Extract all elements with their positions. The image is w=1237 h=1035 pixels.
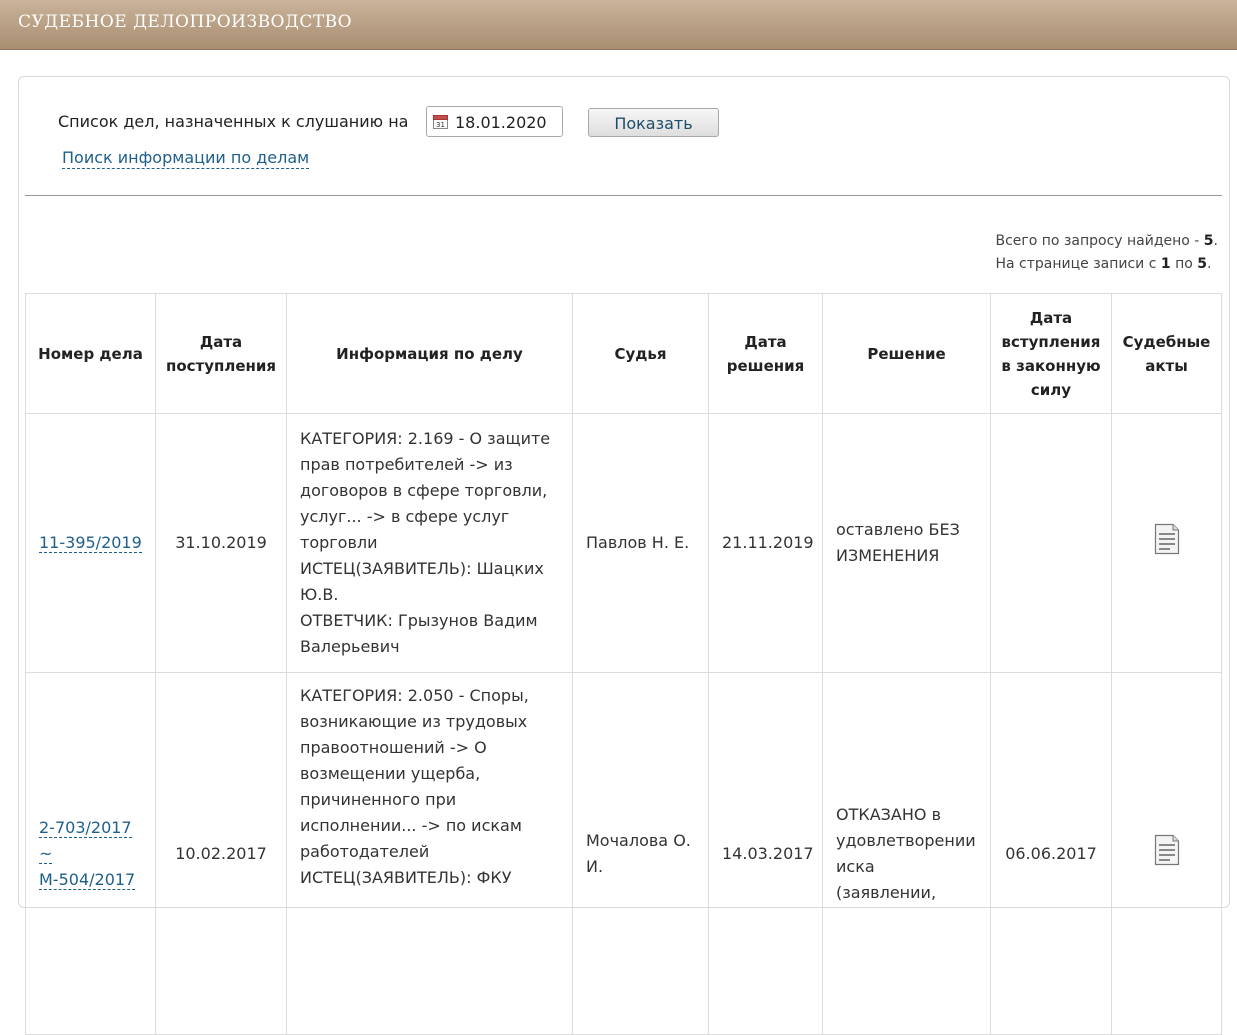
- table-row: 2-703/2017 ~ М-504/2017 10.02.2017 КАТЕГ…: [25, 672, 1222, 1035]
- cases-table: Номер дела Дата поступления Информация п…: [25, 293, 1222, 1035]
- judge-cell: Павлов Н. Е.: [572, 413, 709, 673]
- col-decision: Решение: [822, 293, 991, 414]
- hearing-date-field[interactable]: 31 18.01.2020: [426, 106, 563, 137]
- page-range-line: На странице записи с 1 по 5.: [995, 256, 1212, 272]
- received-date-cell: 31.10.2019: [155, 413, 287, 673]
- info-line: причиненного при: [300, 790, 457, 809]
- info-cell: КАТЕГОРИЯ: 2.169 - О защите прав потреби…: [286, 413, 573, 673]
- info-line: ОТВЕТЧИК: Грызунов Вадим: [300, 611, 538, 630]
- acts-cell: [1111, 672, 1222, 1035]
- info-line: Ю.В.: [300, 585, 339, 604]
- document-icon[interactable]: [1154, 523, 1180, 555]
- results-summary: Всего по запросу найдено - 5. На страниц…: [995, 230, 1218, 276]
- divider: [25, 195, 1222, 196]
- info-line: ИСТЕЦ(ЗАЯВИТЕЛЬ): ФКУ: [300, 868, 512, 887]
- col-decision-date: Дата решения: [708, 293, 823, 414]
- judge-cell: Мочалова О. И.: [572, 672, 709, 1035]
- info-cell: КАТЕГОРИЯ: 2.050 - Споры, возникающие из…: [286, 672, 573, 1035]
- info-line: КАТЕГОРИЯ: 2.050 - Споры,: [300, 686, 529, 705]
- case-search-link[interactable]: Поиск информации по делам: [62, 148, 310, 169]
- info-line: возникающие из трудовых: [300, 712, 528, 731]
- col-acts: Судебные акты: [1111, 293, 1222, 414]
- table-row: 11-395/2019 31.10.2019 КАТЕГОРИЯ: 2.169 …: [25, 413, 1222, 673]
- info-line: правоотношений -> О: [300, 738, 487, 757]
- decision-date-cell: 14.03.2017: [708, 672, 823, 1035]
- col-effective-date: Дата вступления в законную силу: [990, 293, 1112, 414]
- info-line: КАТЕГОРИЯ: 2.169 - О защите: [300, 429, 551, 448]
- col-judge: Судья: [572, 293, 709, 414]
- effective-date-cell: 06.06.2017: [990, 672, 1112, 1035]
- info-line: услуг... -> в сфере услуг: [300, 507, 510, 526]
- header-bar: СУДЕБНОЕ ДЕЛОПРОИЗВОДСТВО: [0, 0, 1237, 50]
- info-line: договоров в сфере торговли,: [300, 481, 548, 500]
- effective-date-cell: [990, 413, 1112, 673]
- col-case-number: Номер дела: [25, 293, 156, 414]
- found-count-line: Всего по запросу найдено - 5.: [995, 233, 1218, 249]
- case-number-cell: 11-395/2019: [25, 413, 156, 673]
- col-received-date: Дата поступления: [155, 293, 287, 414]
- info-line: торговли: [300, 533, 378, 552]
- col-info: Информация по делу: [286, 293, 573, 414]
- info-line: прав потребителей -> из: [300, 455, 513, 474]
- calendar-icon[interactable]: 31: [433, 114, 448, 129]
- received-date-cell: 10.02.2017: [155, 672, 287, 1035]
- hearing-date-value: 18.01.2020: [455, 113, 547, 132]
- hearing-list-label: Список дел, назначенных к слушанию на: [58, 112, 409, 131]
- acts-cell: [1111, 413, 1222, 673]
- found-count: 5: [1203, 233, 1214, 249]
- info-line: работодателей: [300, 842, 430, 861]
- case-number-cell: 2-703/2017 ~ М-504/2017: [25, 672, 156, 1035]
- info-line: Валерьевич: [300, 637, 400, 656]
- show-button[interactable]: Показать: [588, 108, 719, 137]
- svg-text:31: 31: [436, 121, 445, 129]
- document-icon[interactable]: [1154, 834, 1180, 866]
- case-number-link[interactable]: 11-395/2019: [39, 533, 142, 553]
- decision-cell: ОТКАЗАНО в удовлетворении иска (заявлени…: [822, 672, 991, 1035]
- info-line: возмещении ущерба,: [300, 764, 481, 783]
- page-to: 5: [1197, 256, 1207, 272]
- case-number-link[interactable]: 2-703/2017 ~ М-504/2017: [39, 817, 136, 890]
- info-line: ИСТЕЦ(ЗАЯВИТЕЛЬ): Шацких: [300, 559, 544, 578]
- table-header-row: Номер дела Дата поступления Информация п…: [25, 293, 1222, 414]
- page-title: СУДЕБНОЕ ДЕЛОПРОИЗВОДСТВО: [18, 12, 353, 32]
- page-from: 1: [1160, 256, 1171, 272]
- decision-cell: оставлено БЕЗ ИЗМЕНЕНИЯ: [822, 413, 991, 673]
- info-line: исполнении... -> по искам: [300, 816, 522, 835]
- decision-date-cell: 21.11.2019: [708, 413, 823, 673]
